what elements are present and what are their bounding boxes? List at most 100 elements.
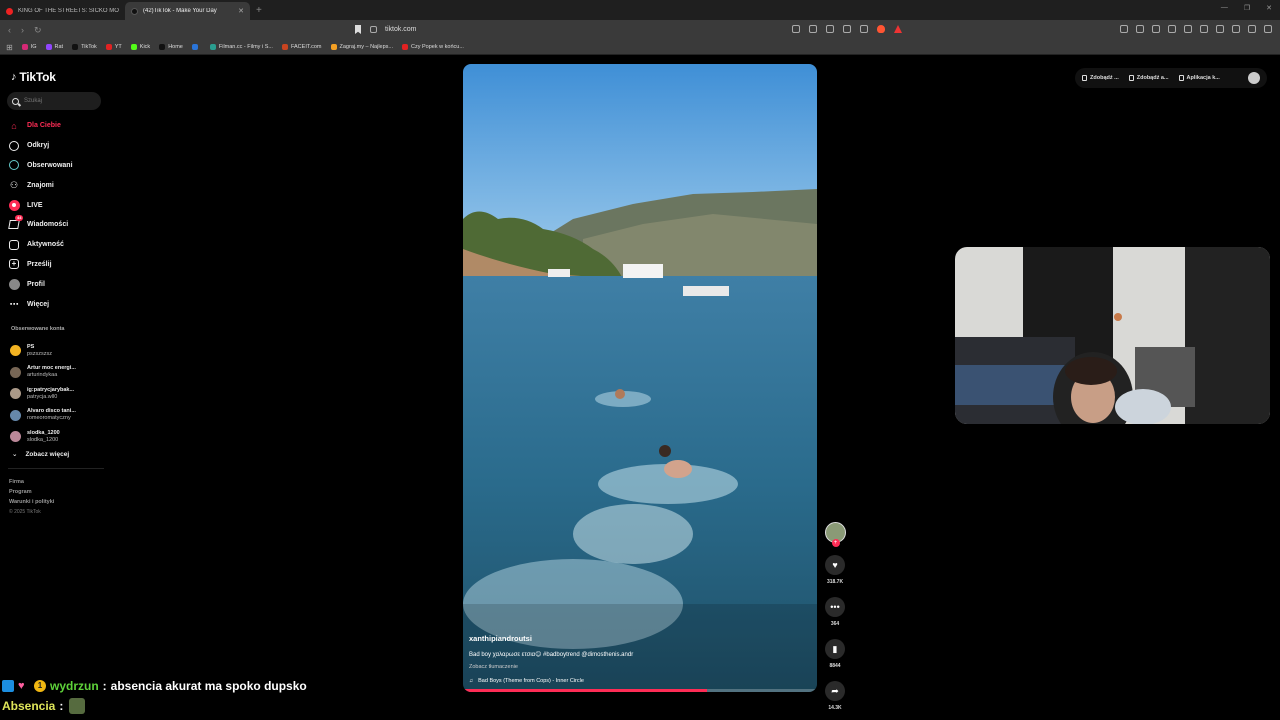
- sidebar-item-messages[interactable]: 44 Wiadomości: [8, 214, 73, 235]
- divider: [8, 468, 104, 469]
- save-button[interactable]: ▮: [825, 639, 845, 659]
- bookmark-favicon-icon: [105, 44, 112, 50]
- tab-tiktok[interactable]: (42)TikTok - Make Your Day ✕: [125, 2, 250, 20]
- search-input[interactable]: Szukaj: [7, 92, 101, 110]
- sidebar-item-profile[interactable]: Profil: [8, 274, 73, 294]
- bookmark-item[interactable]: Home: [159, 44, 183, 50]
- sidebar-icon[interactable]: [1200, 25, 1208, 33]
- bookmark-item[interactable]: Filman.cc - Filmy i S...: [209, 44, 273, 50]
- bookmark-item[interactable]: FACEIT.com: [281, 44, 322, 50]
- account-name: Alvaro disco tani...: [27, 408, 76, 415]
- follow-plus-icon[interactable]: +: [831, 539, 840, 547]
- maximize-icon[interactable]: ❐: [1244, 4, 1250, 12]
- reload-icon[interactable]: ↻: [34, 25, 42, 36]
- bookmark-item[interactable]: IG: [21, 44, 37, 50]
- zoom-icon[interactable]: [843, 25, 851, 33]
- cast-icon[interactable]: [809, 25, 817, 33]
- sidebar-item-activity[interactable]: Aktywność: [8, 235, 73, 255]
- bookmark-favicon-icon: [72, 44, 79, 50]
- list-item[interactable]: PS pszszszsz: [10, 340, 76, 362]
- chevron-down-icon: ⌄: [12, 451, 18, 458]
- back-icon[interactable]: ‹: [8, 25, 11, 36]
- save-count: 8844: [829, 663, 841, 669]
- chat-username: Absencia: [2, 699, 56, 713]
- forward-icon[interactable]: ›: [21, 25, 24, 36]
- close-tab-icon[interactable]: ✕: [238, 7, 244, 15]
- music-icon[interactable]: [1184, 25, 1192, 33]
- translate-icon[interactable]: [826, 25, 834, 33]
- sidebar-item-friends[interactable]: ⚇ Znajomi: [8, 175, 73, 195]
- footer-link-program[interactable]: Program: [9, 489, 54, 495]
- extension-icon[interactable]: [1168, 25, 1176, 33]
- bookmark-favicon-icon: [209, 44, 216, 50]
- tiktok-logo[interactable]: ♪ TikTok: [11, 70, 56, 84]
- see-more-button[interactable]: ⌄ Zobacz więcej: [12, 450, 70, 459]
- like-button[interactable]: ♥: [825, 555, 845, 575]
- footer-link-company[interactable]: Firma: [9, 479, 54, 485]
- list-item[interactable]: Alvaro disco tani... romeoromatyczny: [10, 405, 76, 427]
- video-actions: + ♥ 318.7K ••• 364 ▮ 8844 ➦ 14.3K: [823, 522, 847, 711]
- webcam-overlay: [955, 247, 1270, 424]
- bookmark-label: IG: [30, 44, 37, 50]
- media-icon[interactable]: [792, 25, 800, 33]
- author-avatar[interactable]: +: [824, 522, 846, 547]
- bookmark-item[interactable]: [191, 44, 201, 50]
- video-author[interactable]: xanthipiandroutsi: [469, 634, 532, 643]
- get-app-button[interactable]: Zdobądź a...: [1128, 75, 1169, 81]
- sidebar-item-upload[interactable]: + Prześlij: [8, 255, 73, 275]
- bookmark-icon: ▮: [832, 643, 838, 654]
- sidebar-item-label: Prześlij: [27, 260, 52, 268]
- bookmark-item[interactable]: Zagraj.my – Najleps...: [330, 44, 393, 50]
- bookmark-item[interactable]: Kick: [130, 44, 150, 50]
- see-translation-link[interactable]: Zobacz tłumaczenie: [469, 664, 518, 670]
- sidebar-item-label: Więcej: [27, 300, 50, 308]
- video-player[interactable]: xanthipiandroutsi Bad boy χαλαρωσε ετσια…: [463, 64, 817, 692]
- video-music[interactable]: ♫ Bad Boys (Theme from Cops) - Inner Cir…: [469, 678, 584, 684]
- menu-icon[interactable]: [1264, 25, 1272, 33]
- apps-grid-icon[interactable]: ⊞: [6, 43, 13, 52]
- tab-youtube[interactable]: KING OF THE STREETS: SICKO MODE: [0, 2, 125, 20]
- bookmark-item[interactable]: YT: [105, 44, 122, 50]
- close-window-icon[interactable]: ✕: [1266, 4, 1272, 12]
- vpn-icon[interactable]: [1248, 25, 1256, 33]
- extension-icon[interactable]: [1152, 25, 1160, 33]
- brave-shields-icon[interactable]: [877, 25, 885, 33]
- bookmark-item[interactable]: Rat: [45, 44, 63, 50]
- see-more-label: Zobacz więcej: [25, 450, 70, 458]
- heart-badge-icon: ♥: [18, 680, 25, 692]
- bookmark-item[interactable]: TikTok: [72, 44, 97, 50]
- minimize-icon[interactable]: —: [1221, 4, 1228, 12]
- get-coins-button[interactable]: Zdobądź ...: [1082, 75, 1119, 81]
- avatar: [10, 388, 21, 400]
- list-item[interactable]: ig:patrycjarybak... patrycja.wll0: [10, 383, 76, 405]
- site-info-icon[interactable]: [370, 26, 377, 33]
- wallet-icon[interactable]: [1216, 25, 1224, 33]
- list-item[interactable]: Artur moc energi... arturindykaa: [10, 362, 76, 384]
- extension-icon[interactable]: [1120, 25, 1128, 33]
- sidebar-item-for-you[interactable]: ⌂ Dla Ciebie: [8, 116, 73, 136]
- bookmark-favicon-icon: [191, 44, 198, 50]
- account-handle: romeoromatyczny: [27, 415, 71, 422]
- video-progress-bar[interactable]: [463, 689, 817, 692]
- footer-link-terms[interactable]: Warunki i polityki: [9, 499, 54, 505]
- list-item[interactable]: slodka_1200 slodka_1200: [10, 426, 76, 448]
- sidebar-item-more[interactable]: ⋯ Więcej: [8, 294, 73, 314]
- comment-button[interactable]: •••: [825, 597, 845, 617]
- sidebar-item-live[interactable]: LIVE: [8, 195, 73, 215]
- extension-icons: [1120, 25, 1272, 33]
- avatar[interactable]: [1248, 72, 1260, 84]
- avatar: [10, 409, 21, 421]
- pc-app-button[interactable]: Aplikacja k...: [1178, 75, 1220, 81]
- share-button[interactable]: ➦: [825, 681, 845, 701]
- share-icon[interactable]: [860, 25, 868, 33]
- sidebar-item-explore[interactable]: Odkryj: [8, 136, 73, 156]
- new-tab-icon[interactable]: +: [256, 5, 262, 16]
- comment-count: 364: [830, 621, 840, 627]
- sidebar-item-following[interactable]: Obserwowani: [8, 156, 73, 176]
- bookmark-label: Czy Popek w końcu...: [411, 44, 464, 50]
- bookmark-item[interactable]: Czy Popek w końcu...: [402, 44, 464, 50]
- brave-rewards-icon[interactable]: [894, 25, 902, 33]
- leo-icon[interactable]: [1232, 25, 1240, 33]
- messages-badge: 44: [15, 214, 24, 221]
- extension-icon[interactable]: [1136, 25, 1144, 33]
